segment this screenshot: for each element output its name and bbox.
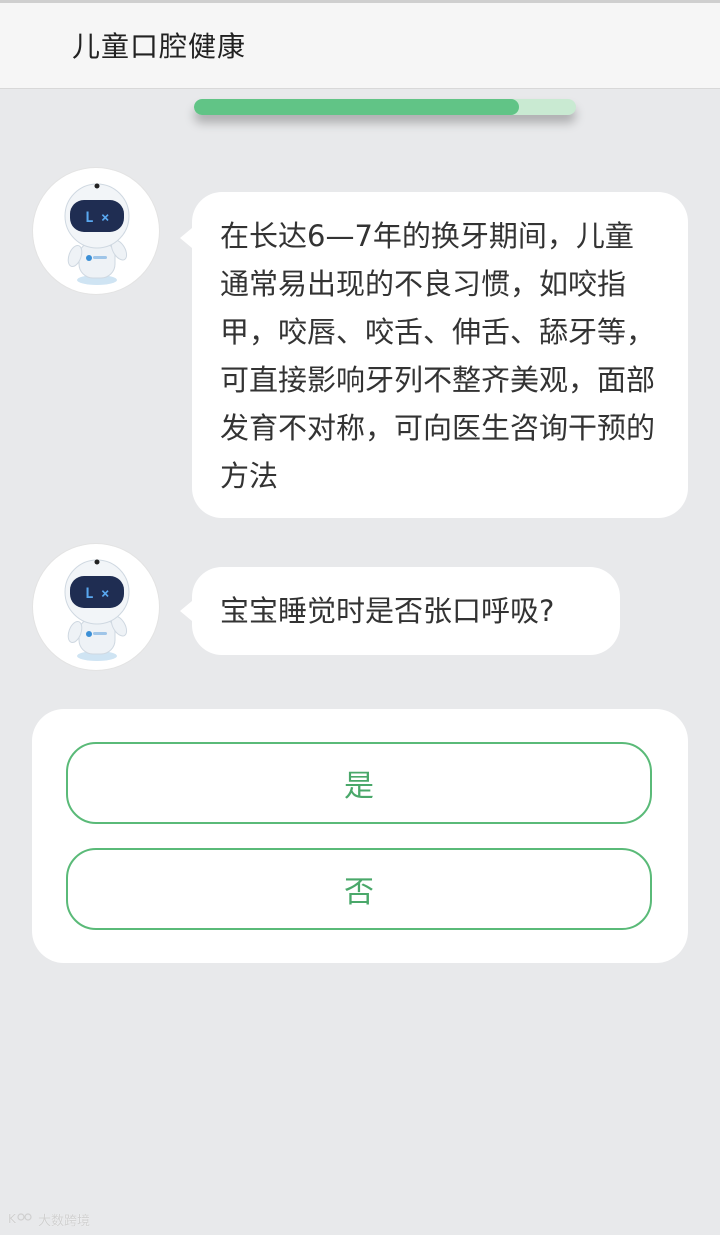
question-text: 宝宝睡觉时是否张口呼吸? (220, 594, 555, 628)
yes-button[interactable]: 是 (66, 742, 652, 824)
no-button[interactable]: 否 (66, 848, 652, 930)
question-bubble: 宝宝睡觉时是否张口呼吸? (180, 567, 620, 655)
svg-text:×: × (101, 210, 109, 226)
svg-text:L: L (85, 210, 93, 226)
page-title: 儿童口腔健康 (72, 30, 247, 63)
svg-text:K: K (8, 1212, 17, 1225)
answer-options-panel: 是 否 (32, 709, 688, 963)
progress-bar (194, 99, 576, 115)
watermark-logo-icon: K (8, 1211, 34, 1229)
svg-text:×: × (101, 586, 109, 602)
app-header: 儿童口腔健康 (0, 3, 720, 89)
watermark-text: 大数跨境 (38, 1214, 91, 1229)
message-text: 在长达6—7年的换牙期间，儿童通常易出现的不良习惯，如咬指甲，咬唇、咬舌、伸舌、… (220, 219, 656, 493)
watermark: K 大数跨境 (8, 1210, 91, 1230)
svg-text:L: L (85, 586, 93, 602)
robot-avatar-icon: L × (33, 544, 159, 670)
message-bubble: 在长达6—7年的换牙期间，儿童通常易出现的不良习惯，如咬指甲，咬唇、咬舌、伸舌、… (180, 192, 688, 518)
progress-fill (194, 99, 519, 115)
robot-avatar-icon: L × (33, 168, 159, 294)
